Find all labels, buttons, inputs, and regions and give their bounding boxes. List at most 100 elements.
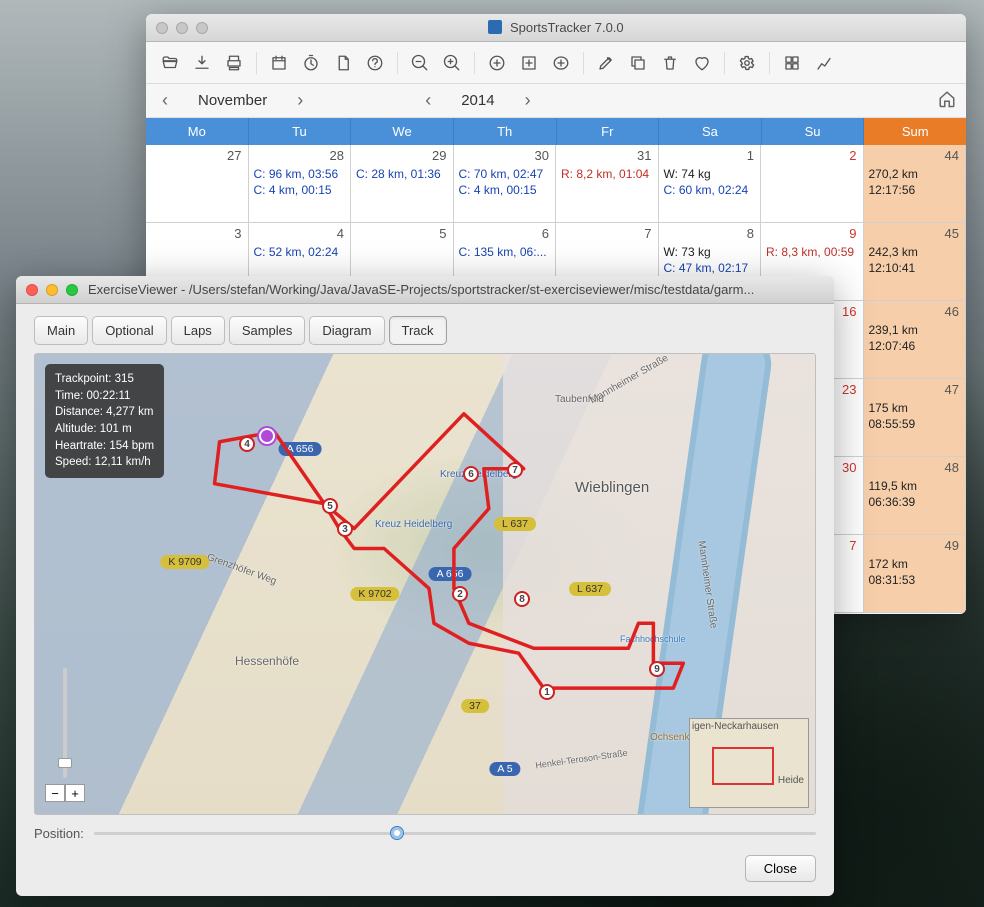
calendar-cell[interactable]: 28C: 96 km, 03:56C: 4 km, 00:15	[249, 145, 352, 223]
zoom-dot[interactable]	[196, 22, 208, 34]
heart-button[interactable]	[688, 49, 716, 77]
tooltip-time: Time: 00:22:11	[55, 388, 154, 405]
position-label: Position:	[34, 826, 84, 841]
close-button[interactable]: Close	[745, 855, 816, 882]
lap-marker-6[interactable]: 6	[463, 466, 479, 482]
day-header-th: Th	[454, 118, 557, 145]
tab-diagram[interactable]: Diagram	[309, 316, 384, 345]
lap-marker-8[interactable]: 8	[514, 591, 530, 607]
copy-button[interactable]	[624, 49, 652, 77]
calendar-cell[interactable]: 31R: 8,2 km, 01:04	[556, 145, 659, 223]
zoom-slider[interactable]	[63, 668, 67, 778]
add-circle-button[interactable]	[483, 49, 511, 77]
main-window-title: SportsTracker 7.0.0	[146, 20, 966, 35]
calendar-cell[interactable]: 29C: 28 km, 01:36	[351, 145, 454, 223]
home-icon[interactable]	[938, 90, 956, 112]
position-slider[interactable]	[94, 825, 816, 841]
close-dot[interactable]	[156, 22, 168, 34]
calendar-cell[interactable]: 1W: 74 kgC: 60 km, 02:24	[659, 145, 762, 223]
chart-button[interactable]	[810, 49, 838, 77]
zoom-in-button[interactable]	[438, 49, 466, 77]
week-summary-cell: 46239,1 km12:07:46	[864, 301, 967, 379]
minimap[interactable]: Heide igen-Neckarhausen	[689, 718, 809, 808]
day-header-sum: Sum	[864, 118, 966, 145]
minimize-window-button[interactable]	[46, 284, 58, 296]
print-button[interactable]	[220, 49, 248, 77]
tab-track[interactable]: Track	[389, 316, 447, 345]
close-window-button[interactable]	[26, 284, 38, 296]
lap-marker-4[interactable]: 4	[239, 436, 255, 452]
main-toolbar	[146, 42, 966, 84]
year-label: 2014	[461, 92, 494, 109]
calendar-header: MoTuWeThFrSaSuSum	[146, 118, 966, 145]
current-position-marker[interactable]	[259, 428, 275, 444]
zoom-in-button[interactable]: +	[65, 784, 85, 802]
grid-button[interactable]	[778, 49, 806, 77]
calendar-button[interactable]	[265, 49, 293, 77]
viewer-window-title: ExerciseViewer - /Users/stefan/Working/J…	[16, 282, 834, 297]
window-controls	[26, 284, 78, 296]
lap-marker-9[interactable]: 9	[649, 661, 665, 677]
maximize-window-button[interactable]	[66, 284, 78, 296]
week-summary-cell: 47175 km08:55:59	[864, 379, 967, 457]
tab-laps[interactable]: Laps	[171, 316, 225, 345]
zoom-out-button[interactable]: −	[45, 784, 65, 802]
tooltip-altitude: Altitude: 101 m	[55, 421, 154, 438]
document-button[interactable]	[329, 49, 357, 77]
lap-marker-3[interactable]: 3	[337, 521, 353, 537]
tab-main[interactable]: Main	[34, 316, 88, 345]
calendar-cell[interactable]: 30C: 70 km, 02:47C: 4 km, 00:15	[454, 145, 557, 223]
position-row: Position:	[34, 825, 816, 841]
zoom-out-button[interactable]	[406, 49, 434, 77]
folder-open-button[interactable]	[156, 49, 184, 77]
week-summary-cell: 49172 km08:31:53	[864, 535, 967, 613]
minimap-label-heide: Heide	[778, 775, 804, 786]
track-map[interactable]: Wieblingen Hessenhöfe Taubenfeld Mannhei…	[34, 353, 816, 815]
window-controls-inactive	[156, 22, 208, 34]
week-summary-cell: 45242,3 km12:10:41	[864, 223, 967, 301]
month-next-button[interactable]: ›	[291, 90, 309, 111]
tab-optional[interactable]: Optional	[92, 316, 166, 345]
week-summary-cell: 44270,2 km12:17:56	[864, 145, 967, 223]
help-button[interactable]	[361, 49, 389, 77]
trash-button[interactable]	[656, 49, 684, 77]
day-header-su: Su	[762, 118, 865, 145]
tooltip-heartrate: Heartrate: 154 bpm	[55, 438, 154, 455]
day-header-mo: Mo	[146, 118, 249, 145]
calendar-cell[interactable]: 27	[146, 145, 249, 223]
lap-marker-5[interactable]: 5	[322, 498, 338, 514]
tab-samples[interactable]: Samples	[229, 316, 306, 345]
tooltip-speed: Speed: 12,11 km/h	[55, 454, 154, 471]
viewer-tabs: MainOptionalLapsSamplesDiagramTrack	[34, 316, 816, 345]
year-prev-button[interactable]: ‹	[419, 90, 437, 111]
lap-marker-7[interactable]: 7	[507, 462, 523, 478]
day-header-tu: Tu	[249, 118, 352, 145]
app-icon	[488, 20, 502, 34]
trackpoint-tooltip: Trackpoint: 315 Time: 00:22:11 Distance:…	[45, 364, 164, 478]
year-next-button[interactable]: ›	[519, 90, 537, 111]
add-square-button[interactable]	[515, 49, 543, 77]
month-prev-button[interactable]: ‹	[156, 90, 174, 111]
day-header-fr: Fr	[557, 118, 660, 145]
add-oval-button[interactable]	[547, 49, 575, 77]
viewer-titlebar: ExerciseViewer - /Users/stefan/Working/J…	[16, 276, 834, 304]
pencil-button[interactable]	[592, 49, 620, 77]
download-button[interactable]	[188, 49, 216, 77]
lap-marker-1[interactable]: 1	[539, 684, 555, 700]
main-titlebar: SportsTracker 7.0.0	[146, 14, 966, 42]
month-label: November	[198, 92, 267, 109]
week-summary-cell: 48119,5 km06:36:39	[864, 457, 967, 535]
tooltip-trackpoint: Trackpoint: 315	[55, 371, 154, 388]
calendar-cell[interactable]: 2	[761, 145, 864, 223]
gear-button[interactable]	[733, 49, 761, 77]
minimize-dot[interactable]	[176, 22, 188, 34]
minimap-label-neckar: igen-Neckarhausen	[692, 721, 779, 732]
stopwatch-button[interactable]	[297, 49, 325, 77]
exercise-viewer-window: ExerciseViewer - /Users/stefan/Working/J…	[16, 276, 834, 896]
tooltip-distance: Distance: 4,277 km	[55, 404, 154, 421]
month-nav: ‹ November › ‹ 2014 ›	[146, 84, 966, 118]
day-header-we: We	[351, 118, 454, 145]
zoom-control: − +	[45, 668, 85, 802]
lap-marker-2[interactable]: 2	[452, 586, 468, 602]
day-header-sa: Sa	[659, 118, 762, 145]
